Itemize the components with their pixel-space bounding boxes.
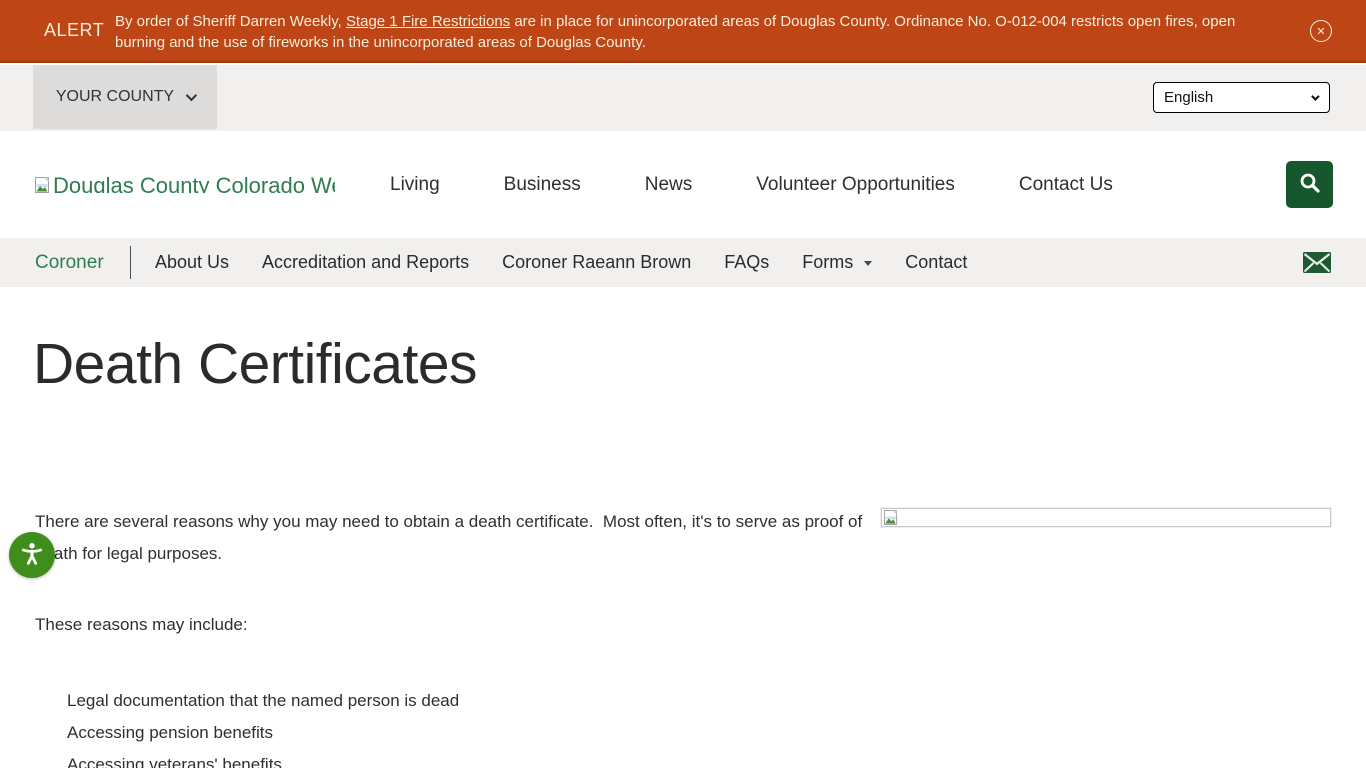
nav-news[interactable]: News (645, 174, 693, 196)
site-logo[interactable]: Douglas County Colorado Website (35, 173, 335, 193)
secnav-forms[interactable]: Forms (802, 252, 872, 273)
accessibility-widget-button[interactable] (9, 532, 55, 578)
secnav-about-us[interactable]: About Us (155, 252, 229, 273)
envelope-icon (1303, 260, 1331, 277)
list-item: Legal documentation that the named perso… (67, 685, 459, 717)
secnav-forms-label: Forms (802, 252, 853, 273)
secnav-faqs[interactable]: FAQs (724, 252, 769, 273)
close-icon: ✕ (1316, 25, 1325, 38)
search-icon (1298, 171, 1322, 198)
reasons-intro: These reasons may include: (35, 615, 248, 635)
section-nav: Coroner About Us Accreditation and Repor… (0, 238, 1366, 287)
alert-label: ALERT (44, 20, 104, 41)
intro-paragraph: There are several reasons why you may ne… (35, 506, 887, 570)
your-county-label: YOUR COUNTY (56, 88, 174, 106)
broken-image-icon (35, 177, 50, 193)
reasons-list: Legal documentation that the named perso… (67, 685, 459, 768)
your-county-button[interactable]: YOUR COUNTY (33, 65, 217, 129)
alert-banner: ALERT By order of Sheriff Darren Weekly,… (0, 0, 1366, 63)
alert-message-prefix: By order of Sheriff Darren Weekly, (115, 13, 346, 30)
page-title: Death Certificates (33, 331, 477, 397)
main-nav: Living Business News Volunteer Opportuni… (390, 131, 1113, 238)
list-item: Accessing pension benefits (67, 717, 459, 749)
alert-close-button[interactable]: ✕ (1310, 20, 1332, 42)
search-button[interactable] (1286, 161, 1333, 208)
chevron-down-icon (1311, 92, 1319, 100)
nav-living[interactable]: Living (390, 174, 440, 196)
nav-business[interactable]: Business (504, 174, 581, 196)
secnav-coroner-raeann-brown[interactable]: Coroner Raeann Brown (502, 252, 691, 273)
nav-contact-us[interactable]: Contact Us (1019, 174, 1113, 196)
main-header: Douglas County Colorado Website Living B… (0, 131, 1366, 238)
section-nav-items: About Us Accreditation and Reports Coron… (155, 238, 967, 287)
caret-down-icon (864, 261, 872, 266)
fire-restrictions-link[interactable]: Stage 1 Fire Restrictions (346, 13, 510, 30)
alert-message: By order of Sheriff Darren Weekly, Stage… (115, 11, 1285, 53)
broken-content-image (881, 508, 1331, 527)
list-item: Accessing veterans' benefits (67, 749, 459, 768)
page-content: Death Certificates There are several rea… (0, 287, 1366, 768)
accessibility-person-icon (19, 541, 45, 570)
utility-bar: YOUR COUNTY English (0, 65, 1366, 131)
divider (130, 246, 131, 279)
language-select-value: English (1164, 89, 1213, 106)
email-link[interactable] (1303, 252, 1331, 278)
language-select[interactable]: English (1153, 82, 1330, 113)
secnav-accreditation-reports[interactable]: Accreditation and Reports (262, 252, 469, 273)
nav-volunteer-opportunities[interactable]: Volunteer Opportunities (756, 174, 955, 196)
page: ALERT By order of Sheriff Darren Weekly,… (0, 0, 1366, 768)
section-label-coroner[interactable]: Coroner (35, 238, 104, 287)
logo-alt-text: Douglas County Colorado Website (53, 173, 335, 193)
secnav-contact[interactable]: Contact (905, 252, 967, 273)
chevron-down-icon (186, 90, 197, 101)
